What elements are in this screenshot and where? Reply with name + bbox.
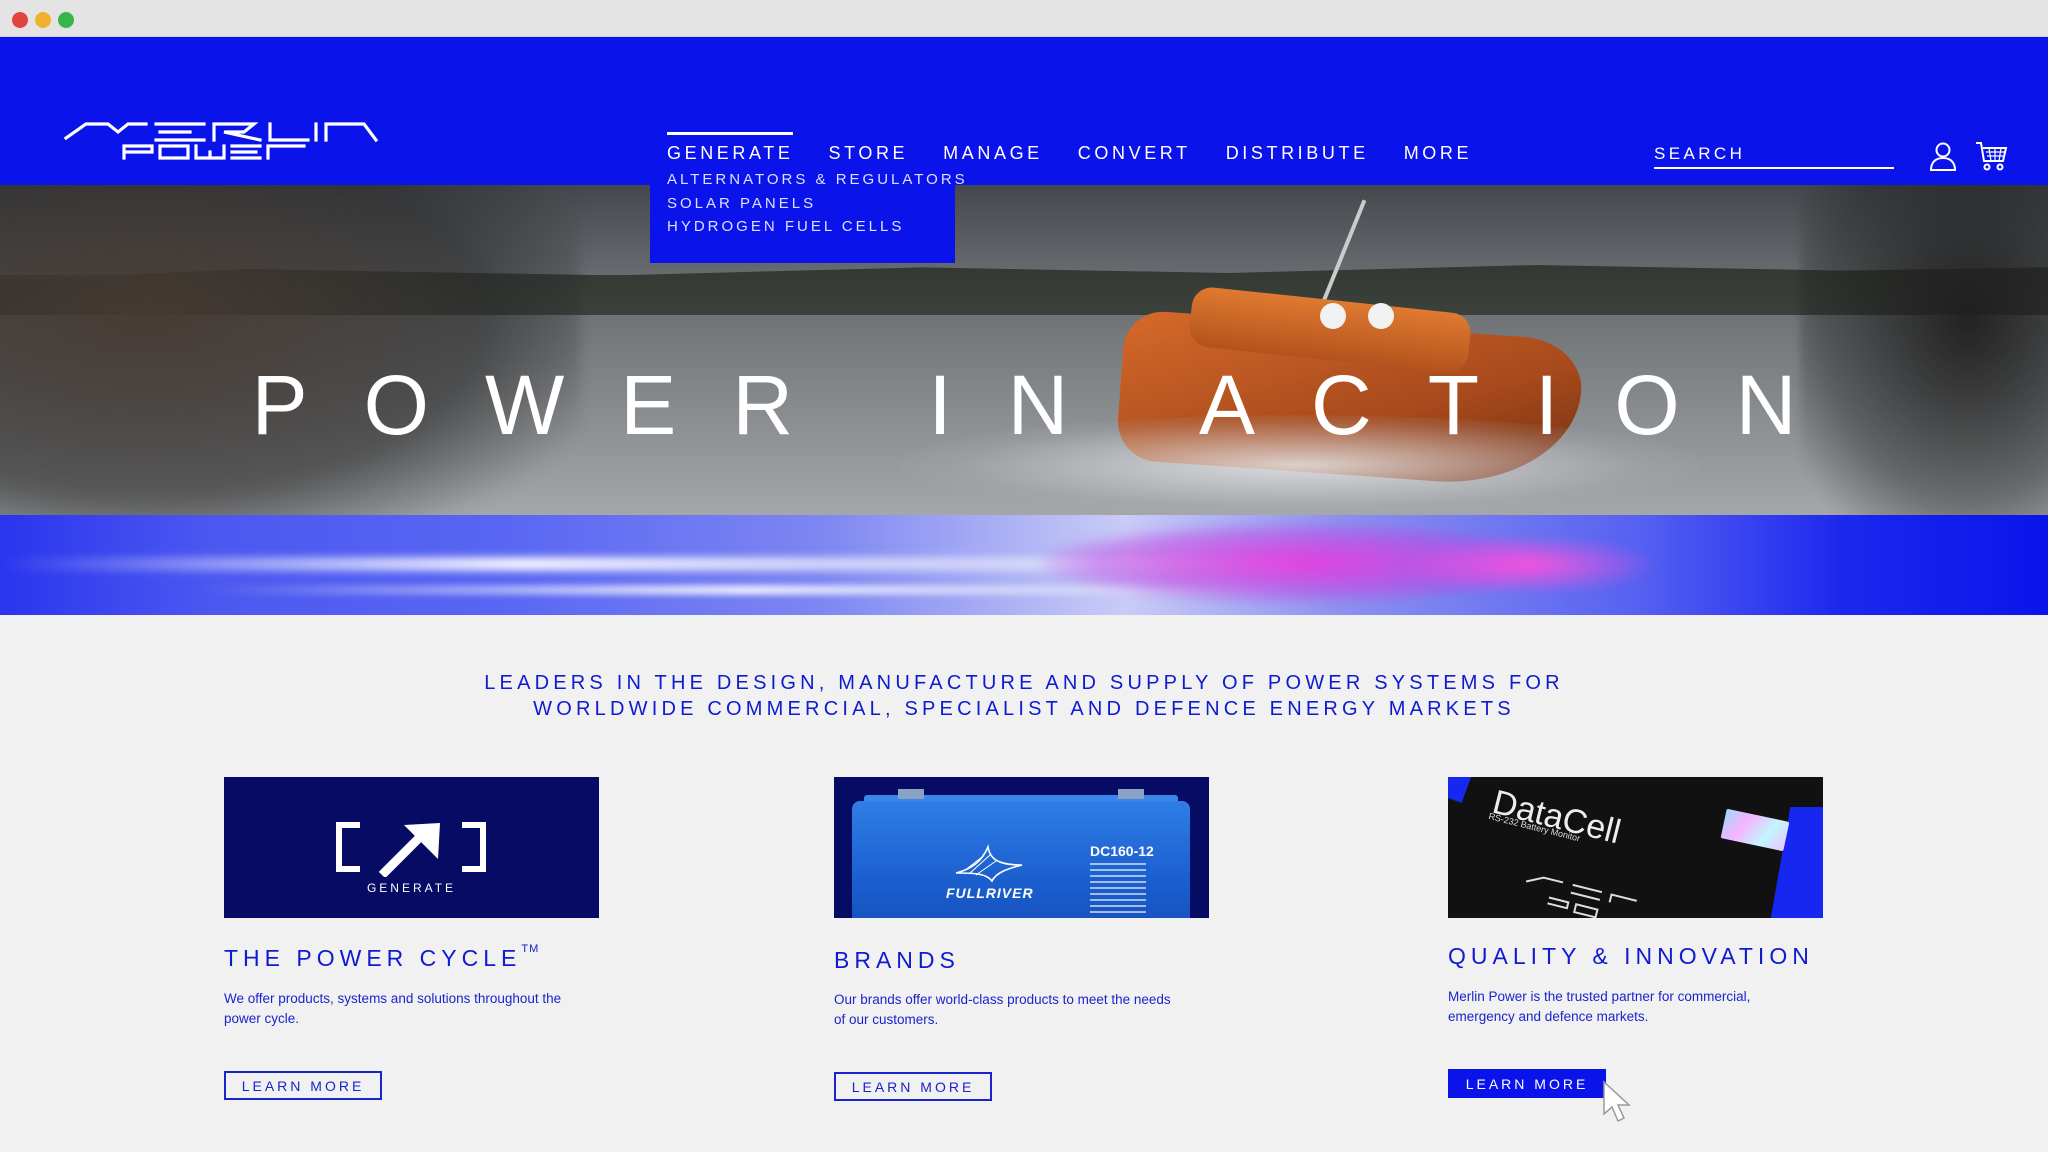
learn-more-button[interactable]: LEARN MORE [1448, 1069, 1606, 1098]
user-icon[interactable] [1928, 141, 1958, 171]
left-bracket-icon [336, 822, 360, 872]
battery-image[interactable]: FULLRIVER DC160-12 [834, 777, 1209, 918]
generate-dropdown-menu: ALTERNATORS & REGULATORS SOLAR PANELS HY… [650, 160, 965, 263]
card-quality-innovation: DataCell RS-232 Battery Monitor QUALITY … [1448, 777, 1823, 1098]
battery-model-label: DC160-12 [1090, 843, 1154, 859]
window-titlebar [0, 0, 2048, 37]
hero-title: POWER IN ACTION [251, 358, 1853, 452]
hero-foreground-blur-right [1800, 185, 2048, 515]
dropdown-item-hydrogen-fuel-cells[interactable]: HYDROGEN FUEL CELLS [667, 215, 955, 239]
card-title: QUALITY & INNOVATION [1448, 943, 1814, 969]
intro-line-1: LEADERS IN THE DESIGN, MANUFACTURE AND S… [484, 672, 1564, 694]
battery-terminal [898, 789, 924, 799]
intro-line-2: WORLDWIDE COMMERCIAL, SPECIALIST AND DEF… [533, 698, 1515, 720]
hero-foreground-blur-left [0, 185, 580, 515]
minimize-window-button[interactable] [35, 12, 51, 28]
hero-blur-band [0, 515, 2048, 615]
learn-more-button[interactable]: LEARN MORE [224, 1071, 382, 1100]
intro-statement: LEADERS IN THE DESIGN, MANUFACTURE AND S… [0, 670, 2048, 722]
hero-banner: POWER IN ACTION [0, 185, 2048, 515]
battery-terminal [1118, 789, 1144, 799]
trademark-mark: TM [521, 943, 540, 955]
card-description: Our brands offer world-class products to… [834, 992, 1171, 1027]
card-title-text: THE POWER CYCLE [224, 945, 522, 971]
crew-helmet [1368, 303, 1394, 329]
nav-manage[interactable]: MANAGE [943, 143, 1043, 164]
merlin-logo-mark [1525, 876, 1637, 918]
search-input[interactable] [1654, 141, 1894, 169]
dropdown-item-solar-panels[interactable]: SOLAR PANELS [667, 192, 955, 216]
mouse-pointer-icon [1603, 1080, 1631, 1123]
site-header: GENERATE STORE MANAGE CONVERT DISTRIBUTE… [0, 37, 2048, 185]
browser-window: GENERATE STORE MANAGE CONVERT DISTRIBUTE… [0, 0, 2048, 1152]
magenta-glow [1400, 535, 1660, 595]
close-window-button[interactable] [12, 12, 28, 28]
right-bracket-icon [462, 822, 486, 872]
arrow-up-right-icon [378, 823, 440, 877]
learn-more-button[interactable]: LEARN MORE [834, 1072, 992, 1101]
hologram-sticker [1720, 808, 1790, 852]
battery-spec-table [1090, 863, 1146, 913]
card-description: Merlin Power is the trusted partner for … [1448, 989, 1751, 1024]
card-description: We offer products, systems and solutions… [224, 991, 562, 1026]
blue-edge [1448, 777, 1472, 803]
nav-convert[interactable]: CONVERT [1078, 143, 1191, 164]
card-brands: FULLRIVER DC160-12 BRANDS Our brands off… [834, 777, 1209, 1101]
power-cycle-image[interactable]: GENERATE [224, 777, 599, 918]
fullriver-bird-icon [955, 844, 1023, 883]
card-title: THE POWER CYCLETM [224, 943, 540, 972]
maximize-window-button[interactable] [58, 12, 74, 28]
crew-helmet [1320, 303, 1346, 329]
card-title: BRANDS [834, 947, 960, 973]
dropdown-item-alternators[interactable]: ALTERNATORS & REGULATORS [667, 168, 965, 192]
nav-more[interactable]: MORE [1404, 143, 1472, 164]
generate-image-label: GENERATE [366, 881, 457, 895]
nav-distribute[interactable]: DISTRIBUTE [1226, 143, 1369, 164]
battery-brand-label: FULLRIVER [946, 885, 1034, 901]
datacell-image[interactable]: DataCell RS-232 Battery Monitor [1448, 777, 1823, 918]
merlin-power-logo[interactable] [64, 88, 378, 170]
card-power-cycle: GENERATE THE POWER CYCLETM We offer prod… [224, 777, 599, 1100]
cart-icon[interactable] [1974, 139, 2008, 173]
